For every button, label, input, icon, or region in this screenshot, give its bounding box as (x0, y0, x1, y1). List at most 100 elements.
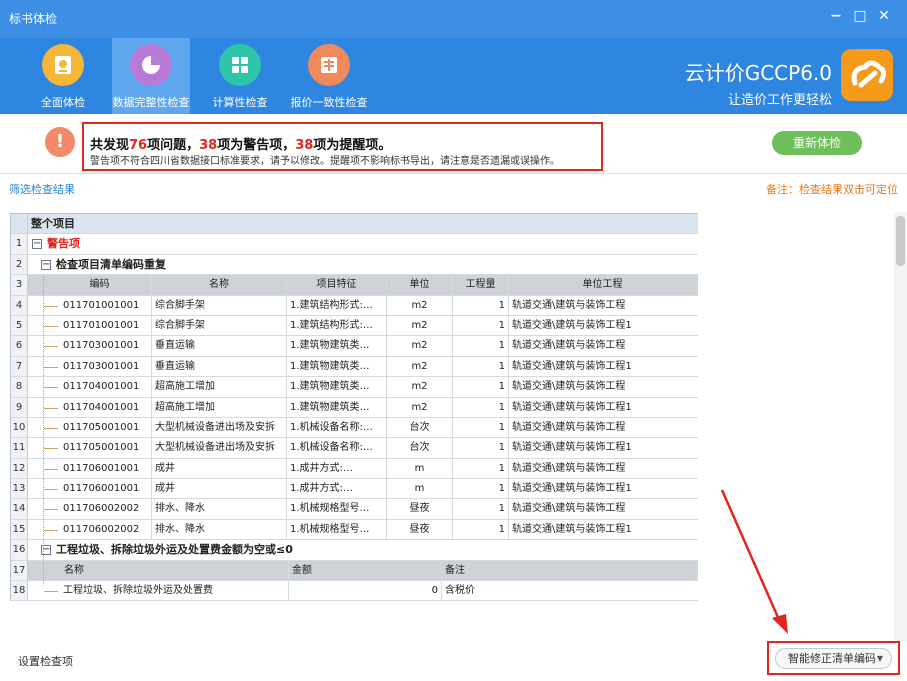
tool-calculation-check[interactable]: 计算性检查 (205, 38, 275, 114)
row-number: 5 (11, 315, 28, 336)
name-cell: 大型机械设备进出场及安拆 (152, 417, 287, 438)
report-icon (42, 44, 84, 86)
table-row[interactable]: 14 011706002002 排水、降水 1.机械规格型号… 昼夜 1 轨道交通\建筑与装… (11, 499, 698, 520)
column-header: 名称 (48, 560, 289, 581)
close-button[interactable]: ✕ (876, 8, 892, 24)
column-header-row[interactable]: 3 编码 名称 项目特征 单位 工程量 单位工程 (11, 275, 698, 296)
name-cell: 成井 (152, 458, 287, 479)
table-row[interactable]: 5 011701001001 综合脚手架 1.建筑结构形式:… m2 1 轨道交通\建筑与装… (11, 315, 698, 337)
feature-cell: 1.建筑物建筑类… (287, 397, 387, 417)
row-number: 9 (11, 397, 28, 417)
project-cell: 轨道交通\建筑与装饰工程 (512, 381, 626, 393)
project-cell: 轨道交通\建筑与装饰工程1 (512, 442, 632, 454)
table-row[interactable]: 9 011704001001 超高施工增加 1.建筑物建筑类… m2 1 轨道交通\建筑与装… (11, 397, 698, 418)
vertical-scrollbar[interactable] (894, 212, 907, 642)
brand-name: 云计价GCCP6.0 (684, 61, 832, 85)
table-row[interactable]: 10 011705001001 大型机械设备进出场及安拆 1.机械设备名称:… 台次 1 轨… (11, 417, 698, 439)
table-row[interactable]: 6 011703001001 垂直运输 1.建筑物建筑类… m2 1 轨道交通\建筑与装饰工… (11, 336, 698, 357)
tool-label: 计算性检查 (212, 96, 268, 109)
unit-cell: m2 (387, 397, 453, 417)
table-row[interactable]: 11 011705001001 大型机械设备进出场及安拆 1.机械设备名称:… 台次 1 轨… (11, 438, 698, 459)
grid-header-row: 整个项目 (11, 214, 698, 235)
warning-group-label: 警告项 (47, 237, 80, 251)
name-cell: 综合脚手架 (152, 295, 287, 315)
quantity-cell: 1 (453, 315, 509, 336)
tool-data-integrity[interactable]: 数据完整性检查 (112, 38, 190, 114)
name-cell: 垂直运输 (152, 356, 287, 377)
name-cell: 综合脚手架 (152, 315, 287, 336)
maximize-button[interactable]: □ (852, 8, 868, 24)
unit-cell: m2 (387, 315, 453, 336)
table-row[interactable]: 12 011706001001 成井 1.成井方式:… m 1 轨道交通\建筑与装饰工程 (11, 458, 698, 480)
minimize-button[interactable]: − (828, 8, 844, 24)
table-row[interactable]: 13 011706001001 成井 1.成井方式:… m 1 轨道交通\建筑与装饰工程1 (11, 479, 698, 500)
project-cell: 轨道交通\建筑与装饰工程1 (512, 523, 632, 535)
feature-cell: 1.机械规格型号… (287, 519, 387, 540)
tree-line (44, 509, 58, 511)
table-row[interactable]: 15 011706002002 排水、降水 1.机械规格型号… 昼夜 1 轨道交通\建筑与装… (11, 519, 698, 541)
code-cell: 011703001001 (60, 356, 152, 377)
results-grid: 整个项目 1− 警告项 2− 检查项目清单编码重复 3 编码 名称 项目特征 单位 工程量 单位工程… (10, 213, 698, 602)
row-number: 2 (11, 254, 28, 275)
filter-results-link[interactable]: 筛选检查结果 (9, 181, 75, 197)
project-cell: 轨道交通\建筑与装饰工程 (512, 421, 626, 433)
smart-fix-label: 智能修正清单编码 (788, 652, 876, 665)
scrollbar-thumb[interactable] (896, 216, 905, 266)
settings-link[interactable]: 设置检查项 (18, 653, 73, 669)
column-header-row[interactable]: 17 名称 金额 备注 (11, 560, 698, 582)
tool-price-consistency[interactable]: 报价一致性检查 (288, 38, 370, 114)
locate-note: 备注：检查结果双击可定位 (766, 183, 898, 196)
code-cell: 011706001001 (60, 479, 152, 499)
code-cell: 011706002002 (60, 519, 152, 540)
summary-text: 项问题， (147, 138, 200, 153)
code-cell: 011704001001 (60, 397, 152, 417)
warning-group-row[interactable]: 1− 警告项 (11, 234, 698, 255)
feature-cell: 1.建筑结构形式:… (287, 315, 387, 336)
summary-text: 项为提醒项。 (313, 138, 392, 153)
grid-header: 整个项目 (31, 217, 75, 230)
unit-cell: m (387, 458, 453, 479)
feature-cell: 1.建筑物建筑类… (287, 356, 387, 377)
name-cell: 成井 (152, 479, 287, 499)
table-row[interactable]: 7 011703001001 垂直运输 1.建筑物建筑类… m2 1 轨道交通\建筑与装饰工… (11, 356, 698, 378)
unit-cell: 昼夜 (387, 519, 453, 540)
tree-line (44, 529, 58, 531)
check-group-row[interactable]: 2 − 检查项目清单编码重复 (11, 254, 698, 276)
unit-cell: m2 (387, 295, 453, 315)
quantity-cell: 1 (453, 519, 509, 540)
check-group-row[interactable]: 16− 工程垃圾、拆除垃圾外运及处置费金额为空或≤0 (11, 540, 698, 561)
column-header: 工程量 (453, 275, 509, 295)
pie-chart-icon (130, 44, 172, 86)
tree-line (44, 366, 58, 368)
brand-text: 云计价GCCP6.0 让造价工作更轻松 (685, 57, 832, 108)
row-number: 3 (11, 275, 28, 295)
quantity-cell: 1 (453, 397, 509, 417)
quantity-cell: 1 (453, 499, 509, 519)
table-row[interactable]: 8 011704001001 超高施工增加 1.建筑物建筑类… m2 1 轨道交通\建筑与装… (11, 377, 698, 398)
row-number: 13 (11, 479, 28, 499)
unit-cell: m (387, 479, 453, 499)
feature-cell: 1.成井方式:… (287, 479, 387, 499)
collapse-icon[interactable]: − (32, 239, 42, 250)
quantity-cell: 1 (453, 336, 509, 356)
price-icon (308, 44, 350, 86)
row-number: 14 (11, 499, 28, 519)
table-row[interactable]: 4 011701001001 综合脚手架 1.建筑结构形式:… m2 1 轨道交通\建筑与装… (11, 295, 698, 316)
summary-detail: 警告项不符合四川省数据接口标准要求，请予以修改。提醒项不影响标书导出，请注意是否… (90, 156, 560, 167)
recheck-button[interactable]: 重新体检 (772, 131, 862, 155)
dropdown-arrow-icon[interactable]: ▼ (877, 649, 883, 668)
unit-cell: m2 (387, 336, 453, 356)
project-cell: 轨道交通\建筑与装饰工程 (512, 299, 626, 311)
table-row[interactable]: 18 工程垃圾、拆除垃圾外运及处置费 0 含税价 (11, 581, 698, 602)
row-number: 8 (11, 377, 28, 397)
smart-fix-code-button[interactable]: 智能修正清单编码 ▼ (775, 648, 892, 669)
name-cell: 垂直运输 (152, 336, 287, 356)
name-cell: 工程垃圾、拆除垃圾外运及处置费 (60, 581, 289, 601)
collapse-icon[interactable]: − (41, 259, 51, 270)
tree-line (44, 305, 58, 307)
tool-full-check[interactable]: 全面体检 (28, 38, 98, 114)
quantity-cell: 1 (453, 356, 509, 377)
name-cell: 超高施工增加 (152, 397, 287, 417)
column-header: 单位工程 (509, 275, 697, 295)
tree-line (44, 346, 58, 348)
